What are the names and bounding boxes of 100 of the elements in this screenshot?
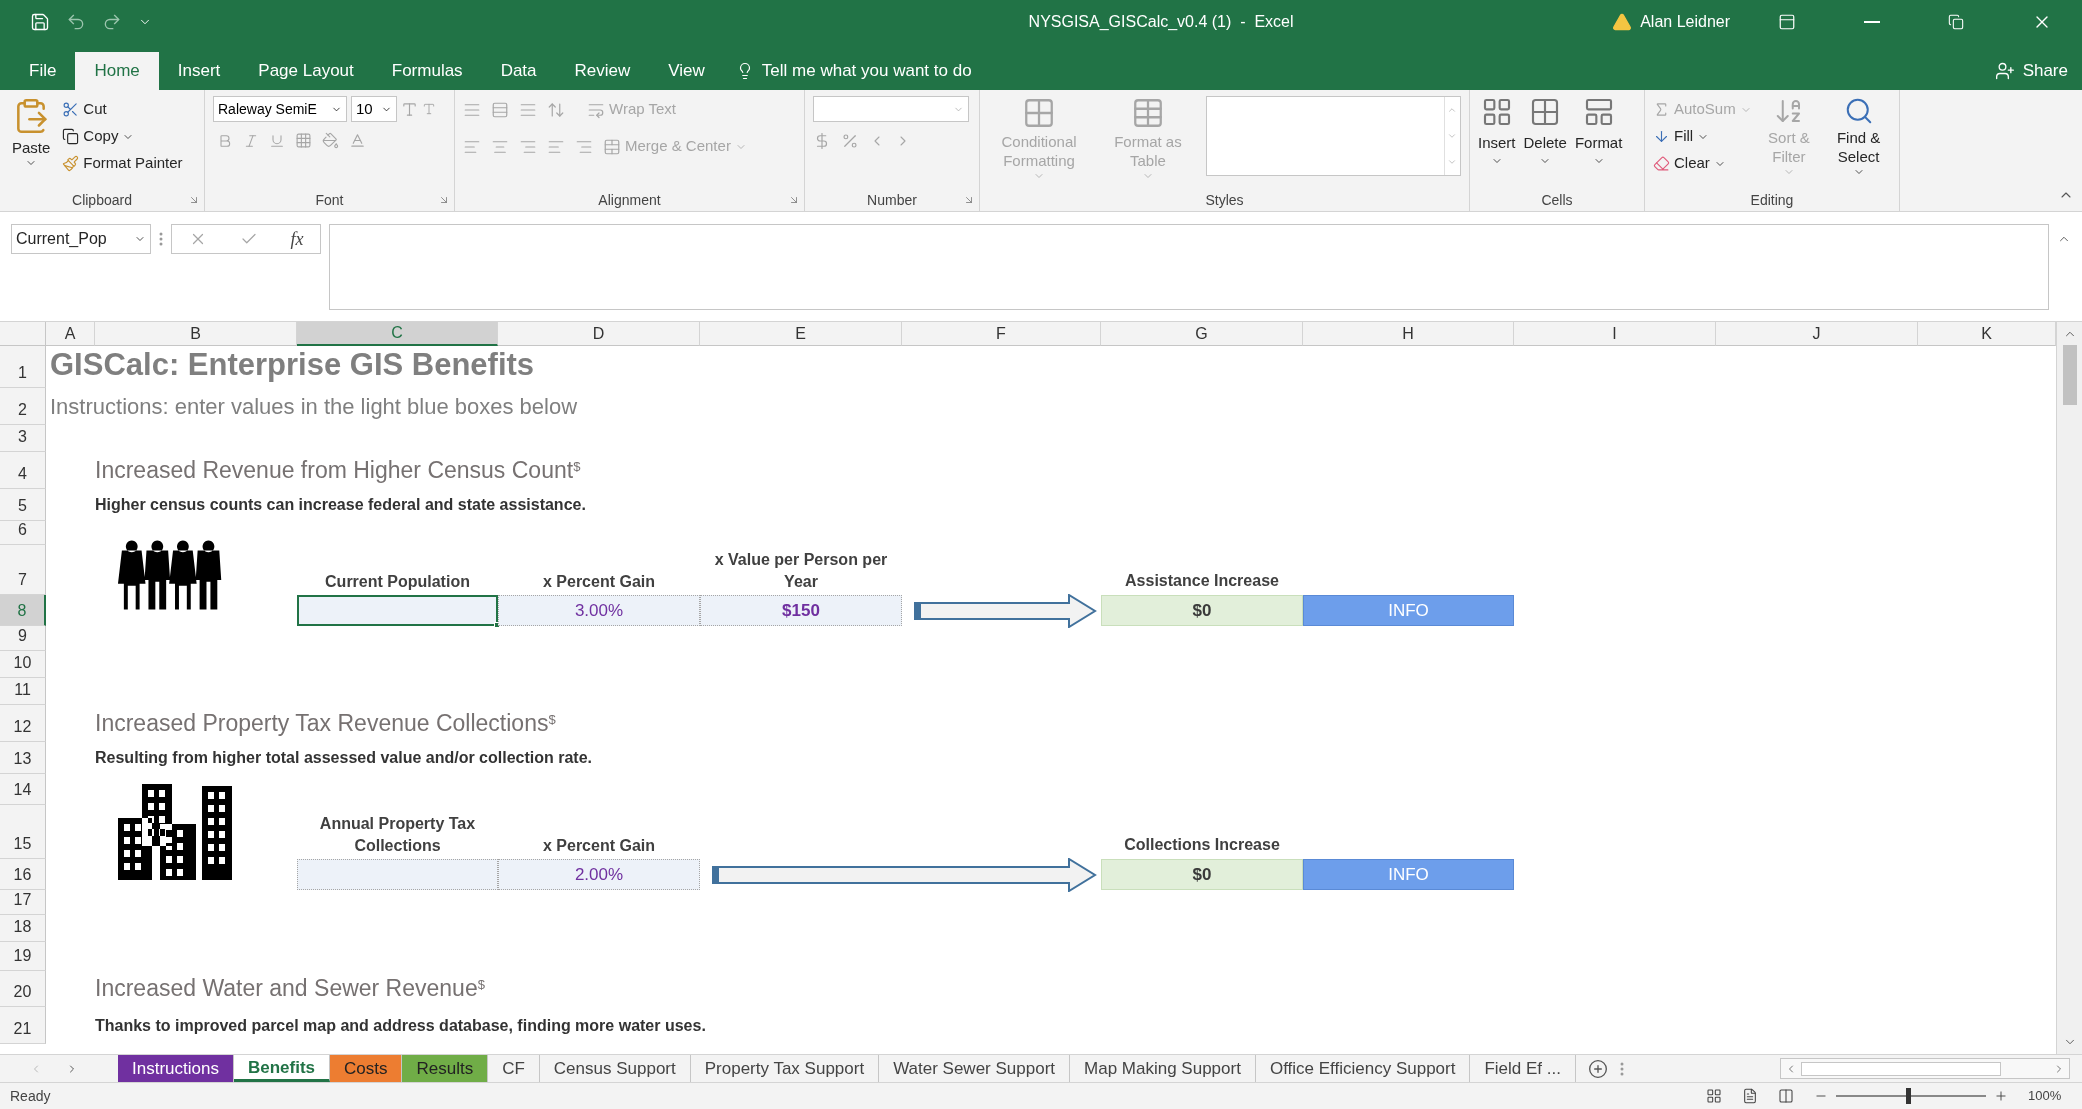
column-header[interactable]: I [1514, 322, 1716, 346]
copy-button[interactable]: Copy [62, 123, 183, 150]
column-header[interactable]: E [700, 322, 902, 346]
font-color-icon [349, 132, 366, 149]
column-header[interactable]: D [498, 322, 700, 346]
align-middle-icon [491, 100, 509, 119]
row-header[interactable]: 5 [0, 489, 46, 521]
share-button[interactable]: Share [1994, 52, 2068, 90]
copy-icon [62, 128, 80, 145]
column-header[interactable]: G [1101, 322, 1303, 346]
row-header[interactable]: 14 [0, 774, 46, 805]
row-header[interactable]: 3 [0, 425, 46, 452]
column-header[interactable]: B [95, 322, 297, 346]
zoom-slider[interactable] [1836, 1088, 1986, 1104]
input-cell[interactable]: 3.00% [498, 595, 700, 626]
input-cell[interactable] [297, 595, 498, 626]
menu-tab[interactable]: Page Layout [239, 52, 373, 90]
row-header[interactable]: 15 [0, 805, 46, 859]
font-size-dropdown[interactable]: 10 [351, 96, 397, 122]
row-header[interactable]: 10 [0, 651, 46, 678]
result-cell: $0 [1101, 595, 1303, 626]
sheet-tab[interactable]: Results [402, 1055, 489, 1082]
sheet-title: GISCalc: Enterprise GIS Benefits [50, 345, 535, 384]
menu-tab[interactable]: Review [555, 52, 650, 90]
column-header[interactable]: A [46, 322, 95, 346]
field-label: x Value per Person per Year [713, 550, 889, 592]
paintbrush-icon [62, 155, 80, 172]
row-header[interactable]: 12 [0, 705, 46, 742]
cells-button[interactable]: Format [1574, 96, 1623, 167]
row-header[interactable]: 8 [0, 595, 46, 626]
restore-icon [1948, 14, 1964, 30]
column-header[interactable]: C [297, 322, 498, 346]
menu-tab[interactable]: Home [75, 52, 159, 90]
cells-button[interactable]: Delete [1523, 96, 1567, 167]
row-header[interactable]: 21 [0, 1007, 46, 1044]
sheet-tab[interactable]: Costs [330, 1055, 403, 1082]
sheet-tab[interactable]: Instructions [118, 1055, 234, 1082]
row-header[interactable]: 9 [0, 626, 46, 651]
column-header[interactable]: K [1918, 322, 2056, 346]
find-select-button[interactable]: Find & Select [1826, 96, 1891, 178]
menu-tab[interactable]: View [649, 52, 724, 90]
name-box[interactable]: Current_Pop [11, 224, 151, 254]
window-title: NYSGISA_GISCalc_v0.4 (1) - Excel [1028, 12, 1294, 32]
cut-button[interactable]: Cut [62, 96, 183, 123]
dialog-launcher-icon [438, 194, 450, 206]
scissors-icon [62, 101, 80, 118]
select-all-corner[interactable] [0, 322, 46, 346]
row-header[interactable]: 7 [0, 545, 46, 595]
input-cell[interactable]: $150 [700, 595, 902, 626]
column-header[interactable]: F [902, 322, 1101, 346]
row-header[interactable]: 2 [0, 388, 46, 425]
result-cell: $0 [1101, 859, 1303, 890]
scrollbar-thumb[interactable] [2062, 345, 2077, 405]
zoom-slider-thumb[interactable] [1906, 1088, 1911, 1104]
cell-value: $150 [782, 599, 820, 622]
input-cell[interactable]: 2.00% [498, 859, 700, 890]
sheet-tab[interactable]: Benefits [233, 1055, 330, 1082]
row-header[interactable]: 4 [0, 452, 46, 489]
zoom-percent[interactable]: 100% [2028, 1086, 2072, 1106]
formula-input[interactable] [329, 224, 2049, 310]
row-header[interactable]: 19 [0, 942, 46, 971]
people-icon [117, 540, 222, 609]
font-name-dropdown[interactable]: Raleway SemiE [213, 96, 347, 122]
cells-button[interactable]: Insert [1478, 96, 1516, 167]
ellipsis-icon[interactable] [1619, 1061, 1624, 1076]
menu-tab[interactable]: Formulas [372, 52, 482, 90]
warning-icon [1612, 12, 1633, 32]
fill-button[interactable]: Fill [1653, 123, 1752, 150]
clear-button[interactable]: Clear [1653, 150, 1752, 177]
cell-value: 3.00% [574, 599, 624, 622]
row-header[interactable]: 11 [0, 678, 46, 705]
row-header[interactable]: 13 [0, 742, 46, 774]
column-header[interactable]: J [1716, 322, 1918, 346]
row-header[interactable]: 18 [0, 915, 46, 942]
font-size-icon [422, 102, 436, 116]
ellipsis-icon [159, 232, 163, 246]
row-header[interactable]: 1 [0, 346, 46, 388]
insert-function-button[interactable]: fx [290, 225, 304, 253]
tell-me-field[interactable]: Tell me what you want to do [761, 58, 972, 84]
number-format-dropdown[interactable] [813, 96, 969, 122]
format-painter-button[interactable]: Format Painter [62, 150, 183, 177]
scrollbar-thumb[interactable] [1801, 1061, 2001, 1076]
horizontal-scrollbar[interactable] [1780, 1058, 2070, 1079]
percent-icon [841, 132, 859, 150]
row-header[interactable]: 6 [0, 521, 46, 545]
menu-tab[interactable]: Data [481, 52, 556, 90]
column-header[interactable]: H [1303, 322, 1514, 346]
menu-tab[interactable]: Insert [158, 52, 240, 90]
input-cell[interactable] [297, 859, 498, 890]
user-name[interactable]: Alan Leidner [1640, 10, 1730, 34]
row-header[interactable]: 17 [0, 890, 46, 915]
font-size-icon [401, 100, 418, 118]
menu-tab[interactable]: File [10, 52, 76, 90]
cell-styles-gallery[interactable] [1205, 96, 1461, 176]
minimize-icon[interactable] [1864, 21, 1880, 23]
vertical-scrollbar[interactable] [2056, 322, 2082, 1054]
scroll-down-icon [1447, 131, 1458, 141]
row-header[interactable]: 20 [0, 971, 46, 1007]
row-header[interactable]: 16 [0, 859, 46, 890]
paste-button[interactable]: Paste [8, 96, 55, 169]
